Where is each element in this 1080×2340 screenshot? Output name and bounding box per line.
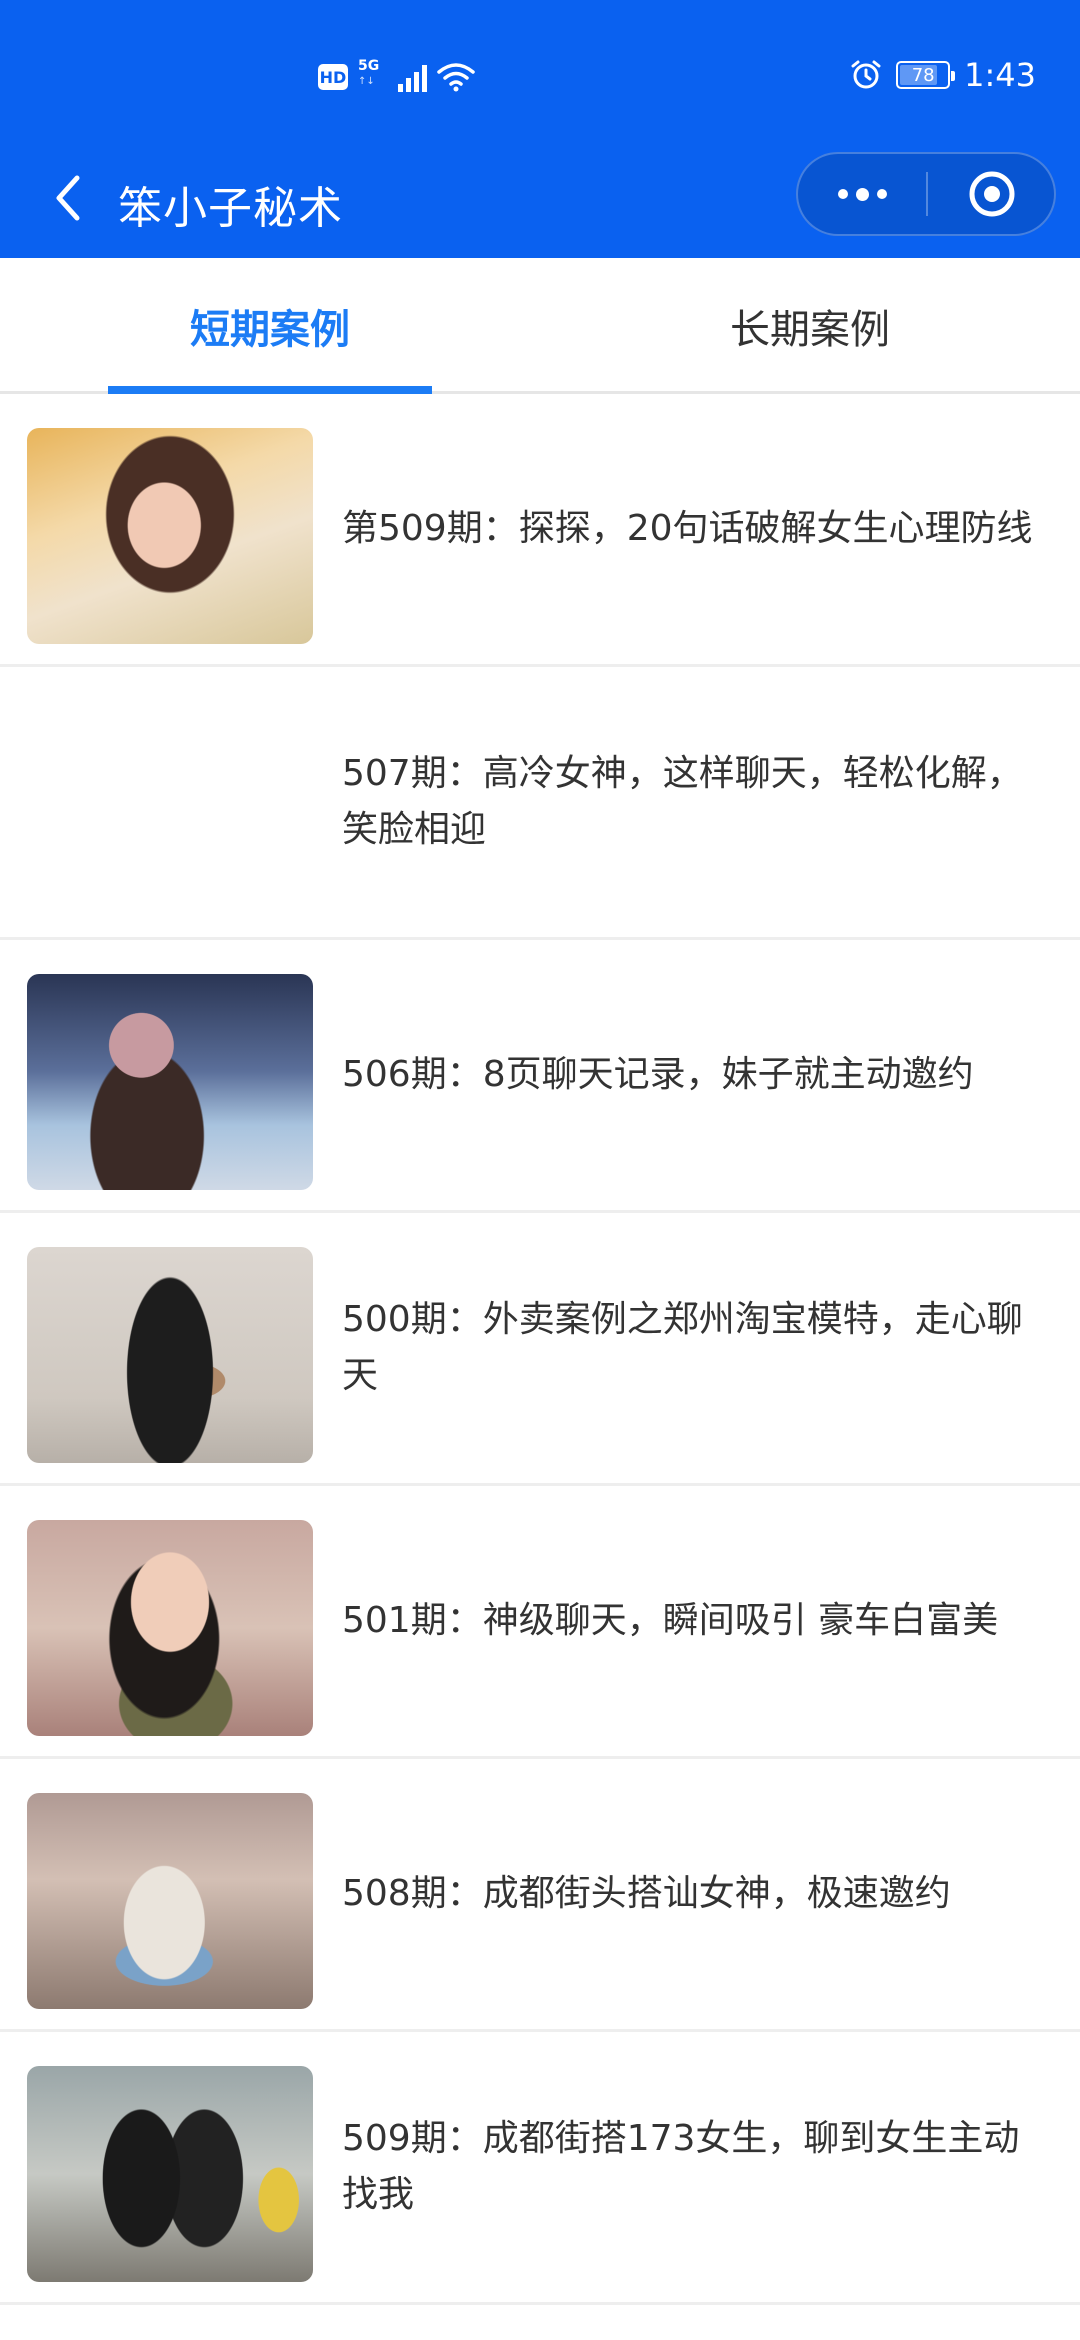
signal-icon [398,62,427,92]
top-bar: HD 5G ↑↓ 78 1:43 笨小子秘术 [0,0,1080,258]
case-title: 501期：神级聊天，瞬间吸引 豪车白富美 [342,1600,999,1641]
alarm-icon [851,60,881,89]
case-thumbnail [27,1520,313,1736]
case-title: 500期：外卖案例之郑州淘宝模特，走心聊天 [342,1299,1023,1396]
more-button[interactable] [798,154,926,234]
nav-bar: 笨小子秘术 [0,150,1080,258]
list-item[interactable]: 506期：8页聊天记录，妹子就主动邀约 [0,940,1080,1213]
case-thumbnail [27,974,313,1190]
list-item[interactable]: 501期：神级聊天，瞬间吸引 豪车白富美 [0,1486,1080,1759]
wifi-icon [437,63,475,92]
battery-icon: 78 [896,61,956,89]
list-item[interactable]: 509期：成都街搭173女生，聊到女生主动找我 [0,2032,1080,2305]
tab-short-term[interactable]: 短期案例 [0,258,540,394]
close-mini-program-button[interactable] [928,154,1056,234]
status-bar: HD 5G ↑↓ 78 1:43 [0,0,1080,150]
page-title: 笨小子秘术 [118,183,343,234]
chevron-left-icon [56,175,80,221]
case-tabs: 短期案例 长期案例 [0,258,1080,394]
case-thumbnail [27,428,313,644]
list-item[interactable]: 507期：高冷女神，这样聊天，轻松化解，笑脸相迎 [0,667,1080,940]
case-thumbnail-empty [27,701,313,917]
case-title: 506期：8页聊天记录，妹子就主动邀约 [342,1054,974,1095]
tab-long-term[interactable]: 长期案例 [540,258,1080,394]
case-title: 507期：高冷女神，这样聊天，轻松化解，笑脸相迎 [342,753,1023,850]
status-indicators: HD 5G ↑↓ [318,58,475,94]
case-title: 509期：成都街搭173女生，聊到女生主动找我 [342,2118,1020,2215]
network-type-label: 5G [358,58,380,74]
case-list: 第509期：探探，20句话破解女生心理防线 507期：高冷女神，这样聊天，轻松化… [0,394,1080,2305]
case-title: 508期：成都街头搭讪女神，极速邀约 [342,1873,951,1914]
active-tab-indicator [108,386,432,394]
case-thumbnail [27,1793,313,2009]
data-arrows-icon: ↑↓ [358,76,375,87]
case-title: 第509期：探探，20句话破解女生心理防线 [342,508,1033,549]
list-item[interactable]: 500期：外卖案例之郑州淘宝模特，走心聊天 [0,1213,1080,1486]
back-button[interactable] [38,168,98,228]
list-item[interactable]: 508期：成都街头搭讪女神，极速邀约 [0,1759,1080,2032]
battery-level: 78 [911,64,935,86]
case-thumbnail [27,1247,313,1463]
hd-icon: HD [318,64,348,90]
status-right: 78 1:43 [850,56,1036,94]
case-thumbnail [27,2066,313,2282]
mini-program-capsule [796,152,1056,236]
target-icon [969,171,1015,217]
list-item[interactable]: 第509期：探探，20句话破解女生心理防线 [0,394,1080,667]
clock: 1:43 [964,56,1036,94]
network-type-icon: 5G ↑↓ [358,58,388,94]
